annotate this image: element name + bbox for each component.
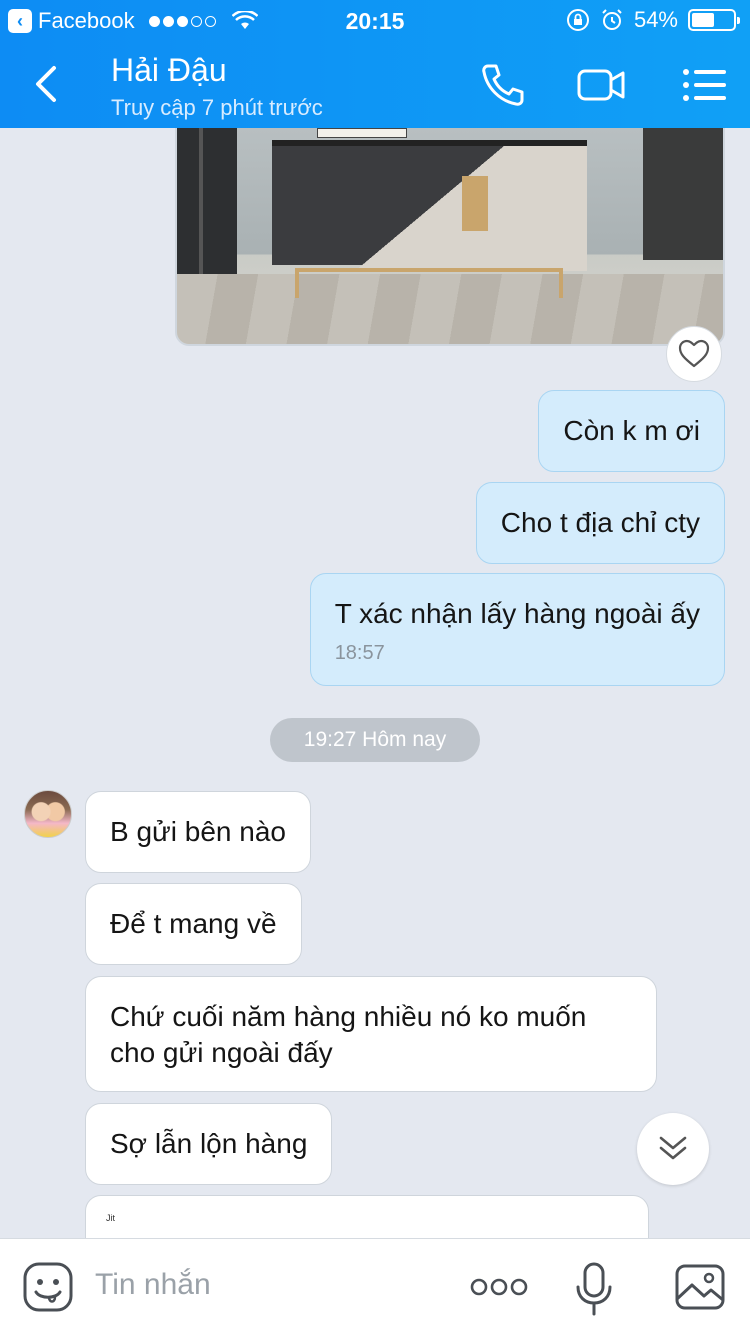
message-tiny-text: Jit [106,1213,115,1223]
video-call-icon[interactable] [576,60,626,110]
battery-icon [688,9,740,31]
composer-bar [0,1238,750,1334]
message-text: Chứ cuối năm hàng nhiều nó ko muốn cho g… [110,1001,587,1068]
message-text: B gửi bên nào [110,816,286,847]
contact-status: Truy cập 7 phút trước [111,95,323,120]
phone-icon[interactable] [478,60,528,110]
message-input[interactable] [95,1265,435,1305]
message-text: Cho t địa chỉ cty [500,507,700,538]
top-bar: ‹ Facebook 20:15 54% Hải Đậu Truy cập 7 … [0,0,750,128]
microphone-icon[interactable] [574,1261,614,1317]
back-arrow-icon[interactable] [28,62,68,106]
scroll-to-bottom-button[interactable] [637,1113,709,1185]
message-text: Còn k m ơi [563,415,700,446]
message-time: 18:57 [334,641,385,664]
message-text: Sợ lẫn lộn hàng [110,1128,308,1159]
react-button[interactable] [666,326,722,382]
double-chevron-down-icon [659,1136,687,1160]
heart-icon [678,339,710,368]
alarm-icon [602,9,622,30]
incoming-message[interactable]: Jit [85,1195,649,1238]
status-bar: ‹ Facebook 20:15 54% [0,0,750,40]
contact-name[interactable]: Hải Đậu [111,52,227,89]
avatar[interactable] [24,790,72,838]
outgoing-message[interactable]: T xác nhận lấy hàng ngoài ấy 18:57 [309,573,725,686]
date-separator: 19:27 Hôm nay [270,718,480,762]
incoming-message[interactable]: Sợ lẫn lộn hàng [85,1103,333,1185]
shared-photo[interactable] [175,128,725,346]
gallery-icon[interactable] [674,1263,726,1311]
status-right: 54% [566,7,740,33]
incoming-message[interactable]: Để t mang về [85,883,302,965]
outgoing-message[interactable]: Còn k m ơi [538,390,725,472]
rotation-lock-icon [566,9,589,31]
chat-area[interactable]: Còn k m ơi Cho t địa chỉ cty T xác nhận … [0,128,750,1238]
message-text: T xác nhận lấy hàng ngoài ấy [334,597,700,629]
message-text: Để t mang về [110,908,277,939]
emoji-icon[interactable] [22,1261,74,1313]
menu-list-icon[interactable] [680,60,730,110]
more-dots-icon[interactable] [470,1269,528,1305]
incoming-message[interactable]: B gửi bên nào [85,791,311,873]
battery-percent: 54% [633,7,678,32]
outgoing-message[interactable]: Cho t địa chỉ cty [475,482,725,564]
incoming-message[interactable]: Chứ cuối năm hàng nhiều nó ko muốn cho g… [85,976,657,1092]
